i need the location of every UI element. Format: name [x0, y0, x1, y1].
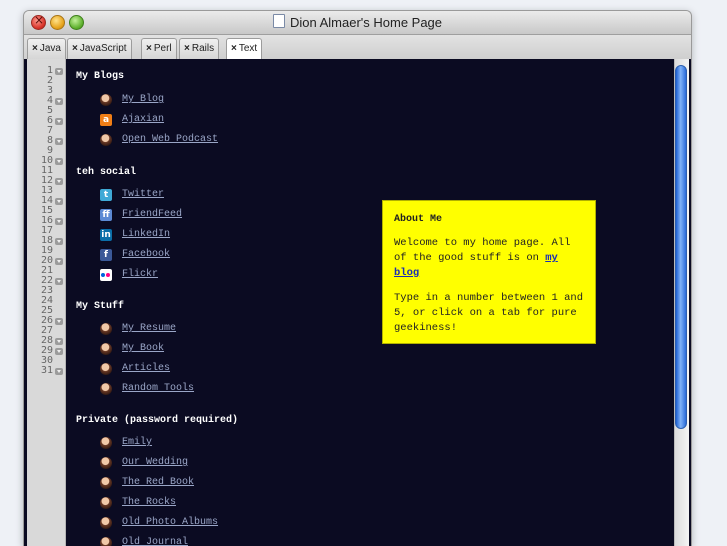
about-instructions: Type in a number between 1 and 5, or cli… — [394, 292, 584, 334]
close-tab-icon[interactable]: × — [32, 43, 38, 54]
line-number: 31 — [40, 365, 53, 376]
fold-toggle-icon[interactable] — [55, 238, 63, 245]
about-welcome-text: Welcome to my home page. All of the good… — [394, 236, 584, 281]
link-my-blog[interactable]: My Blog — [122, 94, 164, 106]
tab-bar: × Java × JavaScript × Perl × Rails × Text — [24, 35, 691, 60]
link-ajaxian[interactable]: Ajaxian — [122, 114, 164, 126]
fold-toggle-icon[interactable] — [55, 258, 63, 265]
fold-toggle-icon[interactable] — [55, 318, 63, 325]
about-welcome-lead: Welcome to my home page. All of the good… — [394, 237, 571, 264]
editor-pane: 1 2 3 4 5 6 7 8 9 10 11 12 13 14 15 16 17 18 19 20 21 22 23 24 2… — [24, 59, 691, 546]
tab-label: Java — [39, 43, 61, 54]
avatar-icon — [100, 517, 112, 529]
friendfeed-icon: ff — [100, 209, 112, 221]
tab-java[interactable]: × Java — [27, 38, 66, 59]
window-title-text: Dion Almaer's Home Page — [289, 15, 443, 30]
tab-text[interactable]: × Text — [226, 38, 263, 60]
section-heading: teh social — [76, 167, 137, 178]
link-old-photo-albums[interactable]: Old Photo Albums — [122, 517, 218, 529]
fold-toggle-icon[interactable] — [55, 138, 63, 145]
scrollbar-thumb[interactable] — [675, 65, 687, 429]
link-our-wedding[interactable]: Our Wedding — [122, 457, 188, 469]
section-heading: Private (password required) — [76, 415, 239, 426]
close-tab-icon[interactable]: × — [146, 43, 152, 54]
avatar-icon — [100, 323, 112, 335]
tab-javascript[interactable]: × JavaScript — [67, 38, 132, 59]
link-linkedin[interactable]: LinkedIn — [122, 229, 170, 241]
link-friendfeed[interactable]: FriendFeed — [122, 209, 182, 221]
ajaxian-icon: a — [100, 114, 112, 126]
window-title: Dion Almaer's Home Page — [24, 14, 691, 30]
link-emily[interactable]: Emily — [122, 437, 152, 449]
section-heading: My Blogs — [76, 71, 125, 82]
tab-perl[interactable]: × Perl — [141, 38, 177, 59]
linkedin-icon: in — [100, 229, 112, 241]
link-facebook[interactable]: Facebook — [122, 249, 170, 261]
tab-label: JavaScript — [79, 43, 127, 54]
tab-label: Rails — [191, 43, 215, 54]
about-me-box: About Me Welcome to my home page. All of… — [382, 200, 596, 344]
fold-toggle-icon[interactable] — [55, 338, 63, 345]
fold-toggle-icon[interactable] — [55, 218, 63, 225]
title-bar: Dion Almaer's Home Page — [24, 11, 691, 35]
fold-toggle-icon[interactable] — [55, 118, 63, 125]
link-my-book[interactable]: My Book — [122, 343, 164, 355]
fold-toggle-icon[interactable] — [55, 178, 63, 185]
browser-window: Dion Almaer's Home Page ×Java ×JavaScrip… — [23, 10, 692, 546]
avatar-icon — [100, 437, 112, 449]
document-icon — [272, 14, 285, 28]
avatar-icon — [100, 343, 112, 355]
link-open-web-podcast[interactable]: Open Web Podcast — [122, 134, 218, 146]
link-twitter[interactable]: Twitter — [122, 189, 164, 201]
fold-toggle-icon[interactable] — [55, 348, 63, 355]
close-tab-icon[interactable]: × — [72, 43, 78, 54]
close-tab-icon[interactable]: × — [184, 43, 190, 54]
link-random-tools[interactable]: Random Tools — [122, 383, 194, 395]
fold-toggle-icon[interactable] — [55, 278, 63, 285]
avatar-icon — [100, 363, 112, 375]
tab-label: Text — [238, 43, 258, 54]
text-content: About Me Welcome to my home page. All of… — [66, 59, 676, 546]
link-the-red-book[interactable]: The Red Book — [122, 477, 194, 489]
fold-toggle-icon[interactable] — [55, 68, 63, 75]
avatar-icon — [100, 477, 112, 489]
flickr-icon — [100, 269, 112, 281]
tab-label: Perl — [153, 43, 172, 54]
twitter-icon: t — [100, 189, 112, 201]
avatar-icon — [100, 94, 112, 106]
section-heading: My Stuff — [76, 301, 125, 312]
close-tab-icon[interactable]: × — [231, 43, 237, 54]
facebook-icon: f — [100, 249, 112, 261]
line-number-gutter: 1 2 3 4 5 6 7 8 9 10 11 12 13 14 15 16 17 18 19 20 21 22 23 24 2… — [27, 59, 66, 546]
avatar-icon — [100, 383, 112, 395]
link-my-resume[interactable]: My Resume — [122, 323, 176, 335]
link-the-rocks[interactable]: The Rocks — [122, 497, 176, 509]
tab-rails[interactable]: × Rails — [179, 38, 220, 59]
fold-toggle-icon[interactable] — [55, 158, 63, 165]
avatar-icon — [100, 134, 112, 146]
about-title: About Me — [394, 214, 443, 225]
avatar-icon — [100, 457, 112, 469]
fold-toggle-icon[interactable] — [55, 198, 63, 205]
fold-toggle-icon[interactable] — [55, 98, 63, 105]
fold-toggle-icon[interactable] — [55, 368, 63, 375]
link-flickr[interactable]: Flickr — [122, 269, 158, 281]
avatar-icon — [100, 497, 112, 509]
link-articles[interactable]: Articles — [122, 363, 170, 375]
